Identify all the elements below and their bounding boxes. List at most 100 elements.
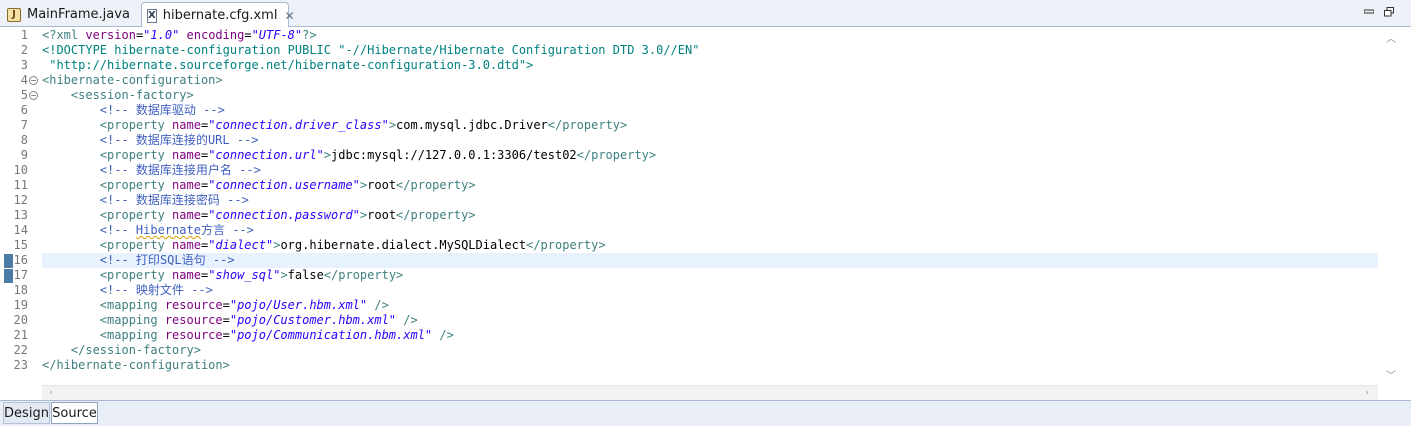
code-token: "pojo/Customer.hbm.xml" bbox=[229, 313, 397, 327]
line-number: 11 bbox=[13, 178, 28, 192]
code-token: "connection.driver_class" bbox=[208, 118, 389, 132]
code-token: --> bbox=[224, 223, 254, 237]
code-line[interactable]: <!DOCTYPE hibernate-configuration PUBLIC… bbox=[42, 43, 699, 58]
code-line[interactable]: </hibernate-configuration> bbox=[42, 358, 230, 373]
code-token: version bbox=[85, 28, 136, 42]
code-line[interactable]: <!-- 数据库连接的URL --> bbox=[42, 133, 259, 148]
tab-hibernate-cfg-xml[interactable]: X hibernate.cfg.xml ✕ bbox=[141, 2, 295, 28]
code-token: 方言 bbox=[200, 223, 225, 237]
code-line[interactable]: <session-factory> bbox=[42, 88, 194, 103]
editor-tab-bar: J MainFrame.java X hibernate.cfg.xml ✕ bbox=[0, 0, 1411, 28]
restore-icon[interactable] bbox=[1382, 5, 1396, 19]
code-token: = bbox=[222, 328, 230, 342]
code-line[interactable]: <!-- Hibernate方言 --> bbox=[42, 223, 254, 238]
horizontal-scrollbar[interactable]: ‹ › bbox=[42, 385, 1378, 400]
code-token: --> bbox=[219, 193, 249, 207]
tab-design[interactable]: Design bbox=[3, 402, 50, 424]
code-line[interactable]: <!-- 数据库驱动 --> bbox=[42, 103, 225, 118]
code-token: "connection.password" bbox=[208, 208, 360, 222]
code-token: false bbox=[287, 268, 324, 282]
code-line[interactable]: <mapping resource="pojo/Customer.hbm.xml… bbox=[42, 313, 418, 328]
code-line[interactable]: <property name="connection.url">jdbc:mys… bbox=[42, 148, 656, 163]
code-line[interactable]: <mapping resource="pojo/Communication.hb… bbox=[42, 328, 454, 343]
tab-source[interactable]: Source bbox=[51, 402, 98, 424]
code-area[interactable]: <?xml version="1.0" encoding="UTF-8"?> <!… bbox=[42, 27, 1378, 387]
java-file-icon: J bbox=[7, 7, 21, 22]
code-token: <!-- bbox=[99, 103, 136, 117]
fold-toggle-icon[interactable]: − bbox=[29, 91, 38, 100]
code-line[interactable]: <property name="connection.password">roo… bbox=[42, 208, 476, 223]
code-token: = bbox=[244, 28, 252, 42]
code-line[interactable]: </session-factory> bbox=[42, 343, 201, 358]
code-token: <?xml bbox=[42, 28, 86, 42]
code-line[interactable]: "http://hibernate.sourceforge.net/hibern… bbox=[42, 58, 533, 73]
code-line[interactable]: <!-- 打印SQL语句 --> bbox=[42, 253, 235, 268]
fold-toggle-icon[interactable]: − bbox=[29, 76, 38, 85]
code-line[interactable]: <hibernate-configuration> bbox=[42, 73, 223, 88]
code-token: --> bbox=[231, 163, 261, 177]
code-line[interactable]: <property name="show_sql">false</propert… bbox=[42, 268, 403, 283]
line-number-gutter: 1 2 3 4−5−6 7 8 9 10 11 12 13 14 15 16 17 18 19 20 21 22 23 bbox=[0, 27, 42, 387]
code-token: SQL bbox=[159, 253, 182, 267]
code-line[interactable]: <!-- 数据库连接用户名 --> bbox=[42, 163, 261, 178]
code-token: > bbox=[280, 268, 288, 282]
scroll-down-icon[interactable]: ﹀ bbox=[1383, 367, 1399, 382]
line-number: 7 bbox=[20, 118, 28, 132]
code-token: <!DOCTYPE hibernate-configuration bbox=[42, 43, 288, 57]
scroll-right-icon[interactable]: › bbox=[1360, 387, 1374, 399]
line-number: 4 bbox=[20, 73, 28, 87]
line-number: 21 bbox=[13, 328, 28, 342]
code-token: name bbox=[172, 178, 201, 192]
code-token: "pojo/User.hbm.xml" bbox=[229, 298, 368, 312]
code-token: "1.0" bbox=[143, 28, 180, 42]
code-token: "pojo/Communication.hbm.xml" bbox=[229, 328, 433, 342]
minimize-icon[interactable] bbox=[1362, 5, 1376, 19]
code-token: jdbc:mysql://127.0.0.1:3306/test02 bbox=[331, 148, 577, 162]
code-line[interactable]: <!-- 映射文件 --> bbox=[42, 283, 213, 298]
code-line[interactable]: <mapping resource="pojo/User.hbm.xml" /> bbox=[42, 298, 389, 313]
code-line[interactable]: <!-- 数据库连接密码 --> bbox=[42, 193, 249, 208]
code-token: 数据库连接的 bbox=[135, 133, 208, 147]
code-token: = bbox=[222, 298, 230, 312]
code-token: <mapping bbox=[99, 313, 165, 327]
tab-label: MainFrame.java bbox=[27, 7, 130, 22]
line-number: 22 bbox=[13, 343, 28, 357]
change-marker bbox=[4, 254, 13, 268]
code-token: ?> bbox=[302, 28, 317, 42]
editor-mode-tabs: Design Source bbox=[0, 400, 1411, 426]
code-token: <!-- bbox=[99, 193, 136, 207]
code-token: name bbox=[172, 208, 201, 222]
close-tab-icon[interactable]: ✕ bbox=[284, 9, 294, 23]
code-line[interactable]: <property name="connection.driver_class"… bbox=[42, 118, 627, 133]
code-line[interactable]: <?xml version="1.0" encoding="UTF-8"?> bbox=[42, 28, 317, 43]
code-token: <property bbox=[99, 148, 173, 162]
line-number: 3 bbox=[20, 58, 28, 72]
code-token: --> bbox=[195, 103, 225, 117]
code-token: com.mysql.jdbc.Driver bbox=[396, 118, 548, 132]
code-token: /> bbox=[432, 328, 454, 342]
code-token: encoding bbox=[186, 28, 245, 42]
code-token: org.hibernate.dialect.MySQLDialect bbox=[280, 238, 527, 252]
code-line[interactable]: <property name="connection.username">roo… bbox=[42, 178, 476, 193]
code-token: <!-- bbox=[99, 253, 136, 267]
code-token: root bbox=[367, 178, 397, 192]
scroll-left-icon[interactable]: ‹ bbox=[44, 387, 58, 399]
tab-mainframe-java[interactable]: J MainFrame.java bbox=[2, 2, 139, 27]
code-line[interactable]: <property name="dialect">org.hibernate.d… bbox=[42, 238, 606, 253]
code-token: </hibernate-configuration> bbox=[42, 358, 230, 372]
scroll-up-icon[interactable]: ︿ bbox=[1383, 30, 1399, 45]
code-token: <property bbox=[99, 268, 173, 282]
vertical-scrollbar[interactable]: ︿ ﹀ bbox=[1378, 27, 1411, 387]
xml-source-editor[interactable]: 1 2 3 4−5−6 7 8 9 10 11 12 13 14 15 16 17 18 19 20 21 22 23 … bbox=[0, 27, 1411, 400]
